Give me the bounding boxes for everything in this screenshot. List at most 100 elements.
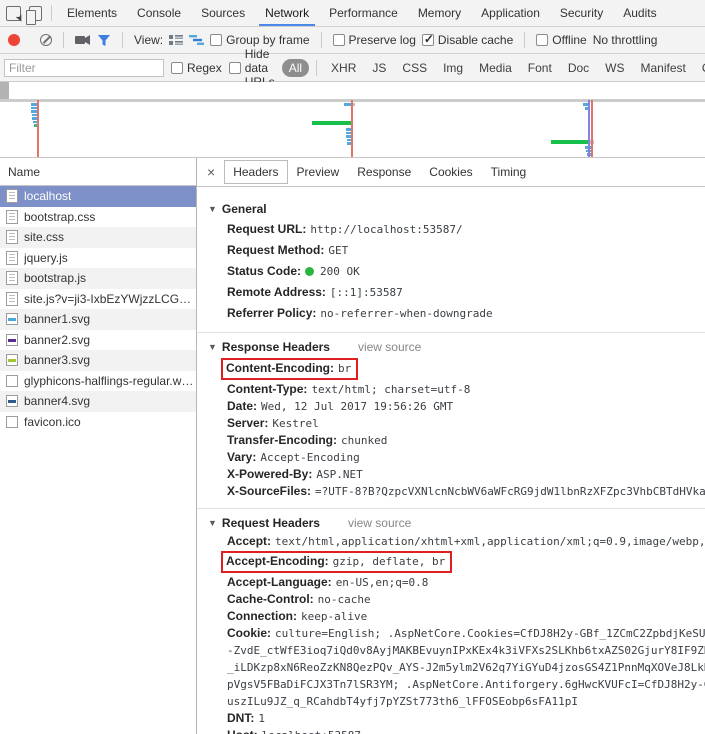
tab-elements[interactable]: Elements (57, 0, 127, 26)
inspect-element-icon[interactable] (6, 6, 21, 21)
view-source-link[interactable]: view source (358, 340, 421, 354)
waterfall-bar (551, 140, 588, 144)
tab-headers[interactable]: Headers (224, 160, 287, 184)
use-large-rows-icon[interactable] (169, 34, 183, 46)
network-overview[interactable] (0, 82, 705, 158)
throttling-dropdown[interactable]: No throttling (593, 33, 658, 47)
type-filter-manifest[interactable]: Manifest (634, 59, 693, 77)
type-filter-css[interactable]: CSS (395, 59, 434, 77)
tab-timing[interactable]: Timing (482, 160, 536, 184)
tab-application[interactable]: Application (471, 0, 550, 26)
tab-response[interactable]: Response (348, 160, 420, 184)
header-name: Vary: (227, 450, 256, 464)
request-row[interactable]: site.css (0, 227, 196, 248)
record-icon[interactable] (8, 34, 20, 46)
overview-ruler (0, 99, 705, 102)
divider (122, 32, 123, 48)
page-event-line (591, 100, 593, 157)
request-row[interactable]: localhost (0, 186, 196, 207)
filter-input[interactable] (4, 59, 164, 77)
request-name: glyphicons-halflings-regular.w… (24, 374, 193, 388)
clear-icon[interactable] (40, 34, 52, 46)
filter-funnel-icon[interactable] (97, 34, 111, 47)
header-value-continuation: uszILu9JZ_q_RCahdbT4yfj7pYZSt773th6_lFFO… (197, 693, 705, 710)
tab-network[interactable]: Network (255, 0, 319, 26)
tab-console[interactable]: Console (127, 0, 191, 26)
collapse-triangle-icon[interactable]: ▼ (208, 199, 217, 219)
request-name: banner2.svg (24, 333, 90, 347)
type-filter-all[interactable]: All (282, 59, 309, 77)
type-filter-doc[interactable]: Doc (561, 59, 596, 77)
header-name: Server: (227, 416, 268, 430)
divider (316, 60, 317, 76)
request-row[interactable]: banner2.svg (0, 330, 196, 351)
tab-cookies[interactable]: Cookies (420, 160, 481, 184)
header-entry: X-SourceFiles:=?UTF-8?B?QzpcVXNlcnNcbWV6… (197, 483, 705, 500)
disable-cache-checkbox[interactable]: Disable cache (422, 33, 513, 47)
tab-security[interactable]: Security (550, 0, 613, 26)
request-row[interactable]: jquery.js (0, 248, 196, 269)
overview-corner (0, 82, 9, 99)
request-row[interactable]: glyphicons-halflings-regular.w… (0, 371, 196, 392)
view-source-link[interactable]: view source (348, 516, 411, 530)
file-icon (6, 416, 18, 428)
checkbox-box (422, 34, 434, 46)
checkbox-label: Offline (552, 33, 586, 47)
type-filter-js[interactable]: JS (365, 59, 393, 77)
header-value: http://localhost:53587/ (310, 223, 462, 236)
name-column-header[interactable]: Name (0, 158, 196, 186)
header-entry: Request URL:http://localhost:53587/ (197, 219, 705, 240)
request-row[interactable]: favicon.ico (0, 412, 196, 433)
type-filter-font[interactable]: Font (521, 59, 559, 77)
device-toolbar-icon[interactable] (29, 6, 42, 21)
request-list: localhostbootstrap.csssite.cssjquery.jsb… (0, 186, 196, 432)
request-row[interactable]: banner3.svg (0, 350, 196, 371)
regex-checkbox[interactable]: Regex (171, 61, 222, 75)
requests-panel: Name localhost bootstrap.css site.css jquer… (0, 158, 197, 734)
header-entry: Cookie:culture=English; .AspNetCore.Cook… (197, 625, 705, 642)
header-entry: Date:Wed, 12 Jul 2017 19:56:26 GMT (197, 398, 705, 415)
group-by-frame-checkbox[interactable]: Group by frame (210, 33, 309, 47)
document-icon (6, 230, 18, 244)
tab-memory[interactable]: Memory (408, 0, 471, 26)
request-row[interactable]: banner4.svg (0, 391, 196, 412)
type-filter-other[interactable]: Other (695, 59, 705, 77)
request-row[interactable]: site.js?v=ji3-IxbEzYWjzzLCGkF1… (0, 289, 196, 310)
document-icon (6, 210, 18, 224)
tab-audits[interactable]: Audits (613, 0, 666, 26)
screenshot-camera-icon[interactable] (75, 34, 91, 46)
request-name: site.css (24, 230, 64, 244)
header-entry: Remote Address:[::1]:53587 (197, 282, 705, 303)
header-value: GET (328, 244, 348, 257)
type-filter-media[interactable]: Media (472, 59, 519, 77)
header-name: Accept: (227, 534, 271, 548)
preserve-log-checkbox[interactable]: Preserve log (333, 33, 416, 47)
section-request-headers: ▼Request Headersview sourceAccept:text/h… (197, 509, 705, 734)
tab-performance[interactable]: Performance (319, 0, 408, 26)
type-filter-img[interactable]: Img (436, 59, 470, 77)
collapse-triangle-icon[interactable]: ▼ (208, 513, 217, 533)
document-icon (6, 271, 18, 285)
offline-checkbox[interactable]: Offline (536, 33, 586, 47)
header-name: Accept-Encoding: (226, 554, 329, 568)
header-entry: Content-Type:text/html; charset=utf-8 (197, 381, 705, 398)
type-filter-xhr[interactable]: XHR (324, 59, 363, 77)
section-title: Response Headers (222, 340, 330, 354)
type-filter-ws[interactable]: WS (598, 59, 631, 77)
request-name: bootstrap.css (24, 210, 95, 224)
section-title: Request Headers (222, 516, 320, 530)
close-icon[interactable]: × (197, 164, 224, 180)
header-value: text/html; charset=utf-8 (311, 383, 470, 396)
header-value: Kestrel (272, 417, 318, 430)
request-row[interactable]: bootstrap.js (0, 268, 196, 289)
header-entry: Request Method:GET (197, 240, 705, 261)
collapse-triangle-icon[interactable]: ▼ (208, 337, 217, 357)
request-row[interactable]: banner1.svg (0, 309, 196, 330)
header-value: no-referrer-when-downgrade (320, 307, 492, 320)
tab-sources[interactable]: Sources (191, 0, 255, 26)
request-name: banner3.svg (24, 353, 90, 367)
request-row[interactable]: bootstrap.css (0, 207, 196, 228)
tab-preview[interactable]: Preview (288, 160, 349, 184)
show-waterfall-icon[interactable] (189, 34, 204, 46)
header-name: Accept-Language: (227, 575, 332, 589)
